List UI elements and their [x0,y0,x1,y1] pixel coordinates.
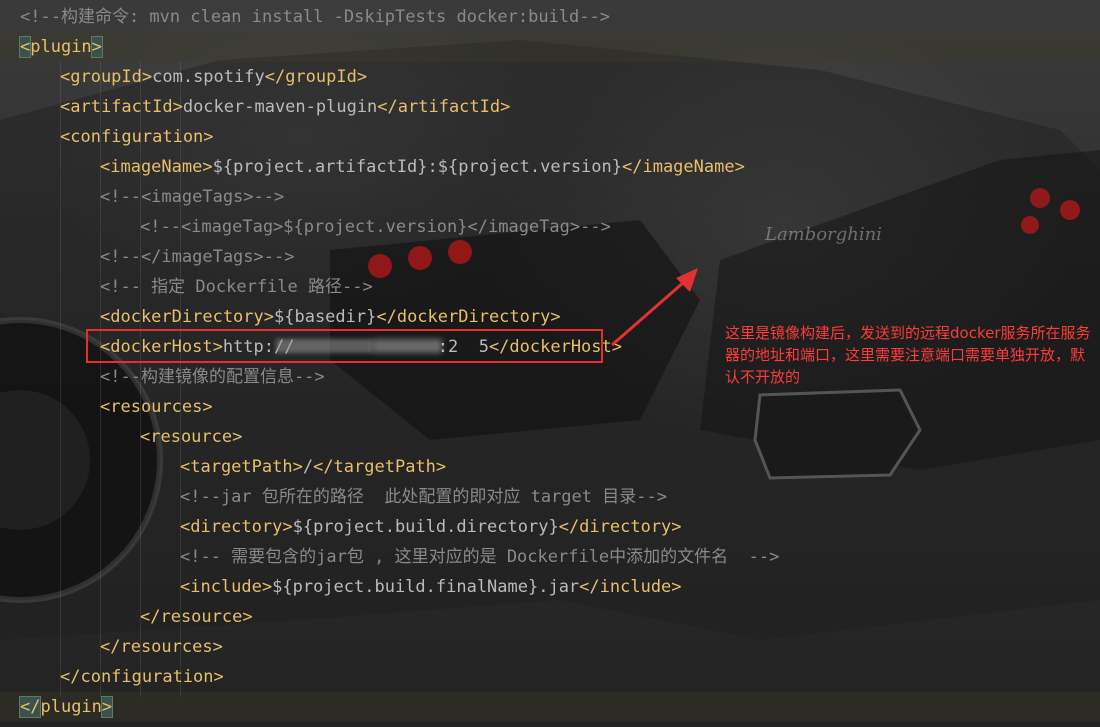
annotation-text: 这里是镜像构建后，发送到的远程docker服务所在服务器的地址和端口，这里需要注… [725,324,1091,386]
